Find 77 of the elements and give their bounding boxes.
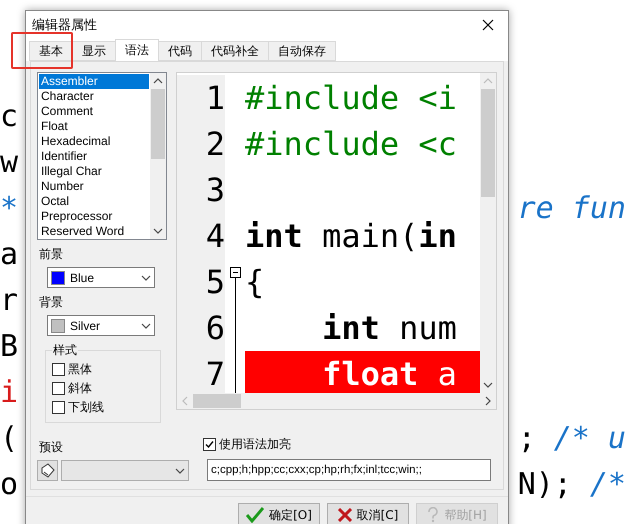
code-text: r: [0, 282, 18, 318]
code-text: *: [0, 190, 18, 226]
field-label: 背景: [38, 294, 64, 311]
close-icon: [482, 18, 494, 30]
question-icon: [427, 507, 440, 523]
list-item[interactable]: Reserved Word: [39, 224, 149, 239]
code-text: (: [0, 420, 18, 456]
checkbox-label: 下划线: [68, 399, 104, 416]
tab[interactable]: 代码: [158, 41, 202, 61]
scrollbar[interactable]: [150, 73, 166, 239]
tab[interactable]: 自动保存: [268, 41, 336, 61]
checkbox-label: 使用语法加亮: [219, 436, 291, 453]
cancel-button[interactable]: 取消[C]: [327, 503, 409, 524]
code-text: o: [0, 466, 18, 502]
code-text: re fun: [518, 190, 626, 226]
code-text: B: [0, 328, 18, 364]
line-number: 1: [177, 75, 225, 121]
list-item[interactable]: Number: [39, 179, 149, 194]
color-dropdown[interactable]: Blue: [47, 267, 155, 288]
tab[interactable]: 代码补全: [201, 41, 269, 61]
list-item[interactable]: Illegal Char: [39, 164, 149, 179]
checkbox[interactable]: [52, 363, 65, 376]
list-item[interactable]: Comment: [39, 104, 149, 119]
code-text: /*: [590, 466, 626, 502]
checkmark-icon: [246, 507, 264, 523]
list-item[interactable]: Preprocessor: [39, 209, 149, 224]
checkbox-label: 黑体: [68, 361, 92, 378]
tab[interactable]: 显示: [72, 41, 116, 61]
checkbox-label: 斜体: [68, 380, 92, 397]
code-text: {: [245, 263, 264, 301]
line-number: 2: [177, 121, 225, 167]
code-text: #include <c: [245, 125, 457, 163]
ok-button[interactable]: 确定[O]: [238, 503, 320, 524]
code-text: #include <i: [245, 79, 457, 117]
scroll-thumb[interactable]: [151, 89, 165, 159]
list-item[interactable]: Hexadecimal: [39, 134, 149, 149]
color-dropdown[interactable]: Silver: [47, 315, 155, 336]
list-item[interactable]: Float: [39, 119, 149, 134]
code-text: a: [436, 355, 457, 393]
line-number: 7: [177, 351, 225, 393]
code-text: in: [418, 217, 457, 255]
code-text: c: [0, 98, 18, 134]
code-text: i: [0, 374, 18, 410]
extensions-field[interactable]: c;cpp;h;hpp;cc;cxx;cp;hp;rh;fx;inl;tcc;win;;: [207, 459, 491, 481]
eraser-icon: [40, 463, 55, 478]
window-title: 编辑器属性: [32, 16, 97, 34]
scroll-thumb[interactable]: [193, 394, 241, 408]
code-text: main(: [321, 217, 418, 255]
line-number: 5: [177, 259, 225, 305]
line-number: 3: [177, 167, 225, 213]
list-item[interactable]: Octal: [39, 194, 149, 209]
checkbox[interactable]: [203, 438, 216, 451]
line-number: 4: [177, 213, 225, 259]
checkbox[interactable]: [52, 382, 65, 395]
code-text: /* u: [554, 420, 626, 456]
code-text: num: [398, 309, 457, 347]
list-item[interactable]: Character: [39, 89, 149, 104]
save-button[interactable]: [37, 460, 58, 481]
code-text: int: [245, 217, 303, 255]
code-text: ;: [518, 420, 536, 456]
tab[interactable]: 基本: [29, 41, 73, 61]
line-number: 6: [177, 305, 225, 351]
scrollbar[interactable]: [480, 73, 496, 393]
field-label: 预设: [38, 439, 64, 456]
checkbox[interactable]: [52, 401, 65, 414]
list-item[interactable]: Identifier: [39, 149, 149, 164]
field-label: 前景: [38, 246, 64, 263]
list-item[interactable]: Assembler: [39, 74, 149, 89]
scrollbar[interactable]: [177, 393, 496, 409]
code-text: w: [0, 144, 18, 180]
scroll-thumb[interactable]: [481, 89, 495, 197]
code-text: N);: [518, 466, 572, 502]
code-text: float: [321, 355, 418, 393]
code-text: a: [0, 236, 18, 272]
code-text: int: [321, 309, 380, 347]
close-icon: [338, 508, 352, 522]
element-list[interactable]: Assembler Character Comment Float Hexadecimal Identifier Illegal Char Number Octal Preprocessor Reserved Word: [37, 72, 167, 240]
